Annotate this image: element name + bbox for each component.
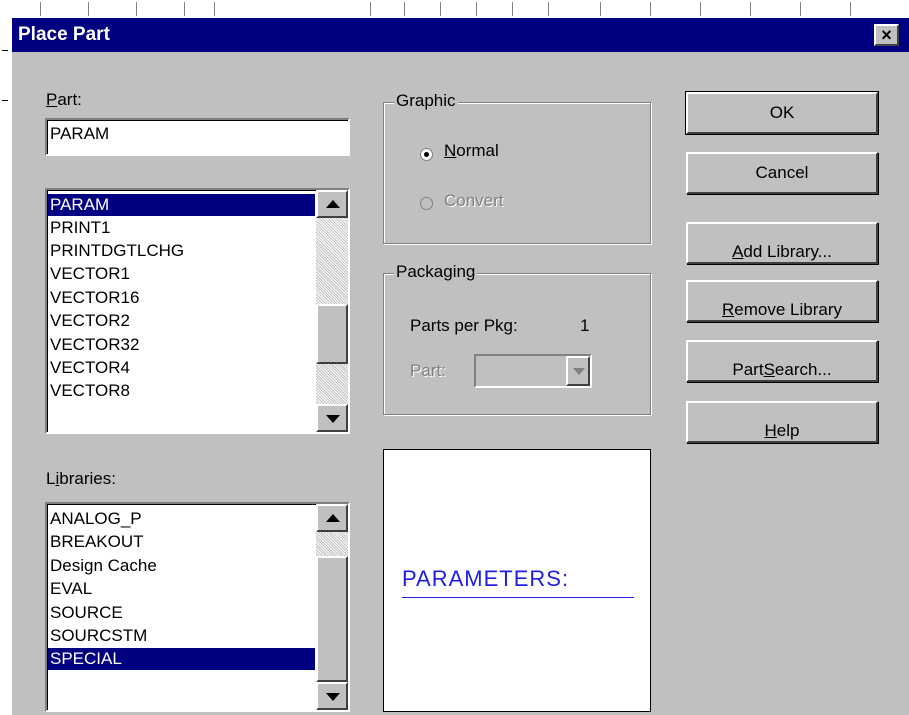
part-name-value: PARAM [50, 124, 110, 143]
parts-per-pkg-label: Parts per Pkg: [410, 316, 518, 335]
graphic-group-title: Graphic [394, 91, 458, 111]
normal-label[interactable]: Normal [444, 141, 499, 161]
list-item[interactable]: PRINTDGTLCHG [50, 240, 184, 262]
scroll-down-button[interactable] [316, 682, 348, 710]
convert-radio [420, 197, 433, 210]
package-part-select [474, 354, 592, 388]
part-list-scrollbar[interactable] [316, 190, 348, 432]
convert-label: Convert [444, 191, 504, 210]
packaging-group: Packaging Parts per Pkg: 1 Part: [383, 262, 651, 415]
arrow-up-icon [326, 200, 340, 208]
close-button[interactable]: × [874, 24, 899, 46]
arrow-down-icon [326, 693, 340, 701]
list-item[interactable]: Design Cache [50, 555, 157, 577]
add-library-button[interactable]: Add Library... [686, 222, 878, 264]
scroll-up-button[interactable] [316, 190, 348, 218]
part-name-input[interactable]: PARAM [45, 118, 350, 156]
scroll-thumb[interactable] [316, 556, 348, 682]
list-item[interactable]: SOURCSTM [50, 625, 147, 647]
close-icon: × [881, 25, 892, 45]
arrow-down-icon [326, 415, 340, 423]
list-item[interactable]: BREAKOUT [50, 531, 144, 553]
libraries-label: Libraries: [46, 469, 116, 488]
remove-library-button[interactable]: Remove Library [686, 280, 878, 322]
list-item[interactable]: VECTOR4 [50, 357, 130, 379]
dialog-title: Place Part [18, 24, 110, 45]
list-item[interactable]: VECTOR32 [50, 334, 139, 356]
part-label: Part: [46, 90, 82, 109]
place-part-dialog: Place Part × Part: PARAM PARAM PRINT1 PR… [12, 18, 909, 715]
ok-button[interactable]: OK [685, 91, 879, 135]
part-preview: PARAMETERS: [383, 449, 651, 712]
list-item[interactable]: PRINT1 [50, 217, 110, 239]
help-button[interactable]: Help [686, 401, 878, 443]
scroll-down-button[interactable] [316, 404, 348, 432]
list-item[interactable]: PARAM [48, 194, 315, 216]
list-item[interactable]: SPECIAL [48, 648, 315, 670]
preview-symbol-line [402, 597, 634, 598]
list-item[interactable]: VECTOR1 [50, 263, 130, 285]
parts-per-pkg-value: 1 [580, 316, 590, 335]
title-bar[interactable]: Place Part × [12, 18, 909, 52]
normal-radio[interactable] [420, 148, 433, 161]
chevron-down-icon [573, 368, 585, 375]
list-item[interactable]: VECTOR16 [50, 287, 139, 309]
list-item[interactable]: ANALOG_P [50, 508, 142, 530]
part-search-button[interactable]: Part Search... [686, 340, 878, 382]
list-item[interactable]: VECTOR2 [50, 310, 130, 332]
list-item[interactable]: EVAL [50, 578, 92, 600]
libraries-list[interactable]: ANALOG_P BREAKOUT Design Cache EVAL SOUR… [45, 502, 350, 712]
dropdown-button [566, 356, 590, 386]
background-window-toolbar [0, 0, 909, 20]
graphic-group: Graphic Normal Convert [383, 91, 651, 244]
preview-symbol-text: PARAMETERS: [402, 566, 570, 591]
package-part-label: Part: [410, 361, 446, 380]
cancel-button[interactable]: Cancel [686, 152, 878, 194]
scroll-up-button[interactable] [316, 504, 348, 532]
packaging-group-title: Packaging [394, 262, 478, 282]
arrow-up-icon [326, 514, 340, 522]
part-list[interactable]: PARAM PRINT1 PRINTDGTLCHG VECTOR1 VECTOR… [45, 188, 350, 434]
list-item[interactable]: VECTOR8 [50, 380, 130, 402]
libraries-scrollbar[interactable] [316, 504, 348, 710]
scroll-thumb[interactable] [316, 304, 348, 364]
list-item[interactable]: SOURCE [50, 602, 123, 624]
